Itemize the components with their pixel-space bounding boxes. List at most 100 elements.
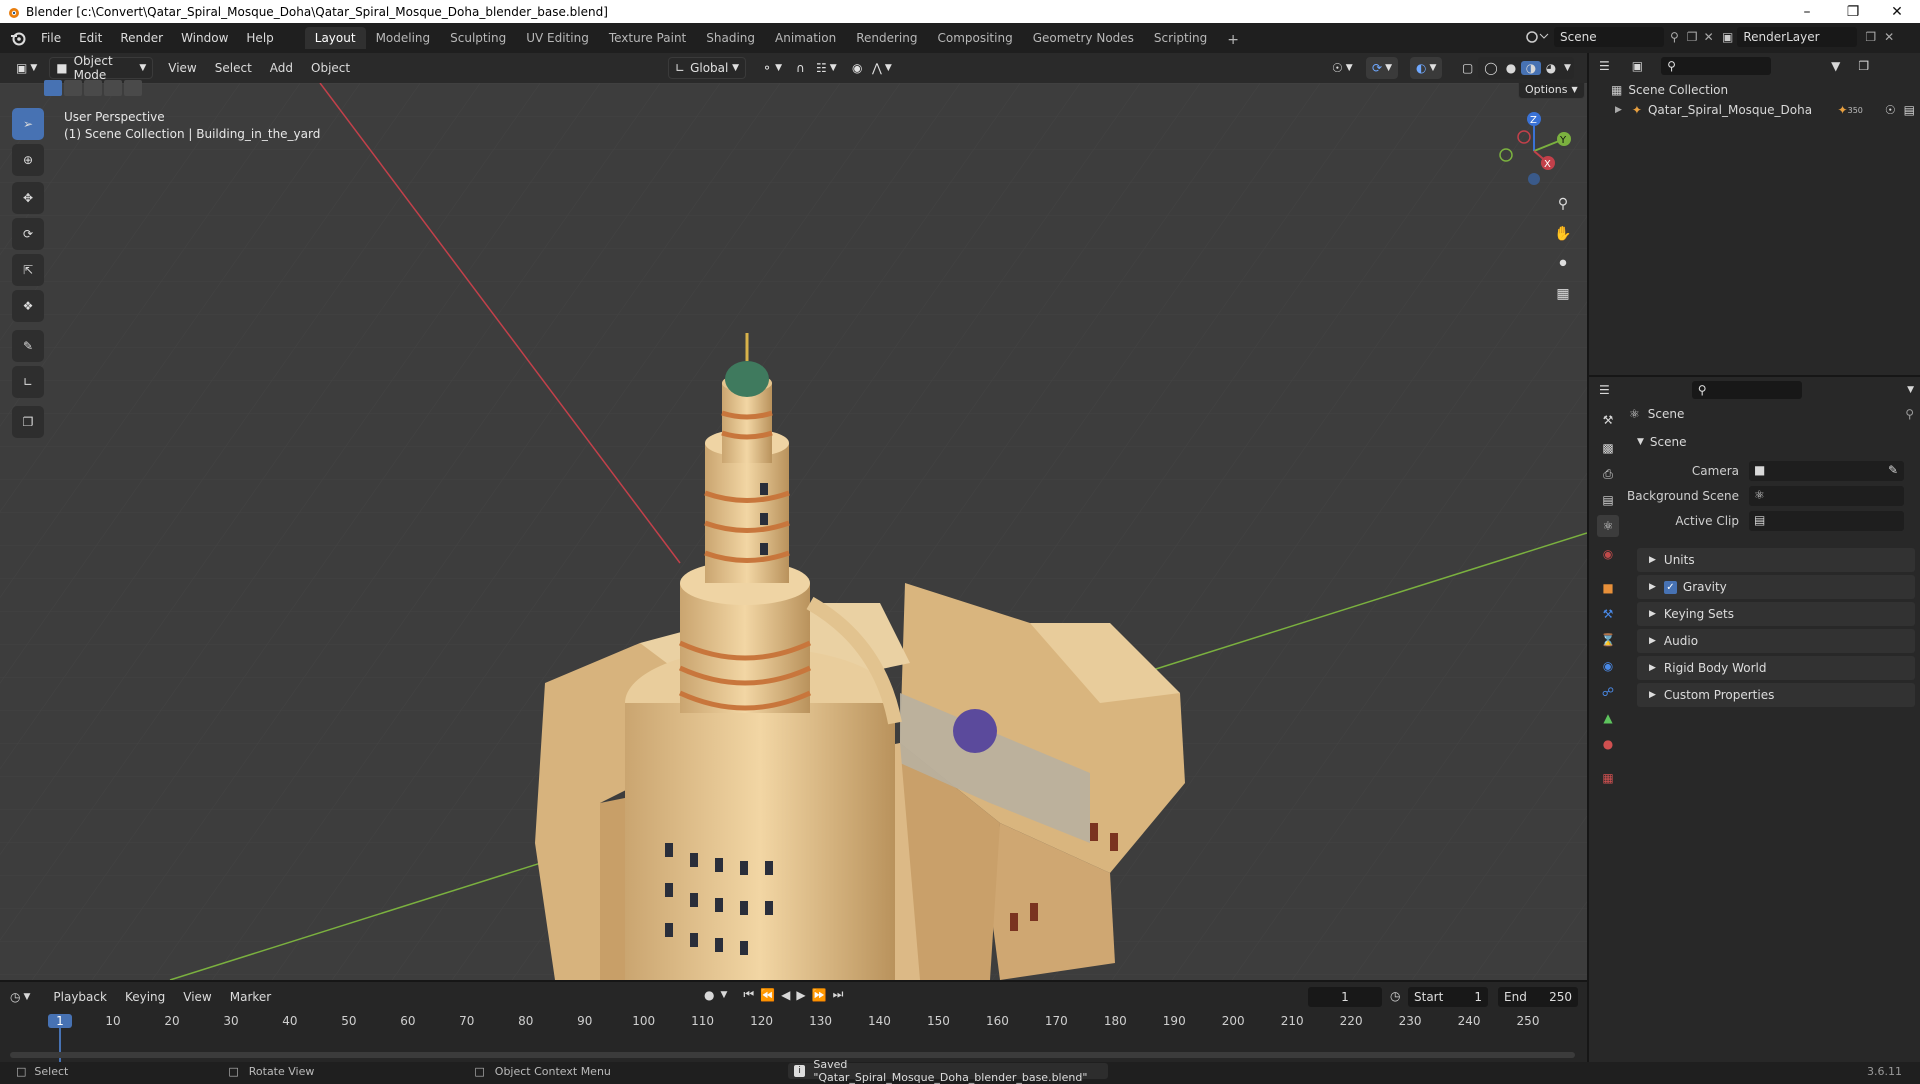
active-clip-field[interactable]: ▤ <box>1749 511 1904 531</box>
rotate-tool[interactable]: ⟳ <box>12 218 44 250</box>
visibility-dropdown[interactable]: ☉ ▼ <box>1326 57 1359 79</box>
tab-texture-paint[interactable]: Texture Paint <box>599 27 696 49</box>
timeline-scrollbar[interactable] <box>10 1052 1575 1058</box>
transform-tool[interactable]: ❖ <box>12 290 44 322</box>
rigid-body-world-panel[interactable]: ▶ Rigid Body World <box>1637 656 1915 680</box>
tab-layout[interactable]: Layout <box>304 27 366 49</box>
view-layer-selector[interactable]: ▣ RenderLayer ❐ ✕ <box>1722 27 1894 47</box>
audio-panel[interactable]: ▶ Audio <box>1637 629 1915 653</box>
viewport-menu-select[interactable]: Select <box>206 57 261 79</box>
transform-orientation-dropdown[interactable]: ∟ Global ▼ <box>668 57 746 79</box>
filter-icon[interactable]: ▼ <box>1831 59 1840 73</box>
gizmo-toggle[interactable]: ⟳ ▼ <box>1366 57 1398 79</box>
render-tab-icon[interactable]: ▩ <box>1597 437 1619 459</box>
camera-view-icon[interactable]: ⚫ <box>1550 251 1576 277</box>
perspective-toggle-icon[interactable]: ▦ <box>1550 281 1576 307</box>
material-shading-icon[interactable]: ◑ <box>1521 61 1541 75</box>
tab-geometry-nodes[interactable]: Geometry Nodes <box>1023 27 1144 49</box>
menu-file[interactable]: File <box>32 23 70 53</box>
outliner-item-row[interactable]: ▶ ✦ Qatar_Spiral_Mosque_Doha ✦ 350 ☉ ▤ <box>1615 103 1915 117</box>
texture-tab-icon[interactable]: ▦ <box>1597 767 1619 789</box>
new-view-layer-icon[interactable]: ❐ <box>1865 30 1876 44</box>
menu-help[interactable]: Help <box>237 23 282 53</box>
restore-icon[interactable]: ❐ <box>1830 0 1876 23</box>
xray-toggle[interactable]: ▢ <box>1456 57 1479 79</box>
object-mode-dropdown[interactable]: ■ Object Mode ▼ <box>49 54 154 82</box>
outliner-editor-icon[interactable]: ☰ <box>1599 59 1610 73</box>
camera-field[interactable]: ■ ✎ <box>1749 461 1904 481</box>
snap-target-button[interactable]: ☷ ▼ <box>810 57 843 79</box>
select-intersect-icon[interactable] <box>124 80 142 96</box>
scene-field[interactable]: Scene <box>1554 27 1664 47</box>
material-tab-icon[interactable]: ● <box>1597 733 1619 755</box>
chevron-down-icon[interactable]: ▼ <box>1907 385 1914 395</box>
wireframe-shading-icon[interactable]: ◯ <box>1481 61 1501 75</box>
zoom-icon[interactable]: ⚲ <box>1550 191 1576 217</box>
properties-search[interactable]: ⚲ <box>1691 381 1802 399</box>
tool-tab-icon[interactable]: ⚒ <box>1597 409 1619 431</box>
scene-selector[interactable]: Scene ⚲ ❐ ✕ <box>1524 27 1714 47</box>
physics-tab-icon[interactable]: ◉ <box>1597 655 1619 677</box>
tab-modeling[interactable]: Modeling <box>366 27 441 49</box>
chevron-down-icon[interactable]: ▼ <box>1564 63 1571 73</box>
tab-uv-editing[interactable]: UV Editing <box>516 27 599 49</box>
units-panel[interactable]: ▶ Units <box>1637 548 1915 572</box>
select-box-tool[interactable]: ➢ <box>12 108 44 140</box>
falloff-button[interactable]: ⋀ ▼ <box>866 57 898 79</box>
options-button[interactable]: Options ▼ <box>1518 83 1585 99</box>
tab-rendering[interactable]: Rendering <box>846 27 927 49</box>
gravity-checkbox[interactable]: ✓ <box>1663 580 1677 594</box>
snap-toggle[interactable]: ∩ <box>790 57 811 79</box>
viewport-menu-view[interactable]: View <box>159 57 205 79</box>
viewport-menu-add[interactable]: Add <box>261 57 302 79</box>
pin-icon[interactable]: ⚲ <box>1905 407 1914 421</box>
pin-icon[interactable]: ⚲ <box>1670 30 1679 44</box>
status-report[interactable]: i Saved "Qatar_Spiral_Mosque_Doha_blende… <box>788 1058 1108 1084</box>
solid-shading-icon[interactable]: ● <box>1501 61 1521 75</box>
measure-tool[interactable]: ∟ <box>12 366 44 398</box>
properties-editor-icon[interactable]: ☰ <box>1599 383 1610 397</box>
eyedropper-icon[interactable]: ✎ <box>1888 463 1898 477</box>
expand-arrow-icon[interactable]: ▶ <box>1615 105 1622 115</box>
3d-viewport[interactable]: User Perspective (1) Scene Collection | … <box>0 83 1587 980</box>
outliner-search[interactable]: ⚲ <box>1661 57 1772 75</box>
scale-tool[interactable]: ⇱ <box>12 254 44 286</box>
custom-properties-panel[interactable]: ▶ Custom Properties <box>1637 683 1915 707</box>
new-scene-icon[interactable]: ❐ <box>1687 30 1698 44</box>
delete-view-layer-icon[interactable]: ✕ <box>1884 30 1894 44</box>
navigation-gizmo[interactable]: Z Y X <box>1494 111 1574 191</box>
background-scene-field[interactable]: ⚛ <box>1749 486 1904 506</box>
menu-window[interactable]: Window <box>172 23 237 53</box>
pivot-point-button[interactable]: ⚬ ▼ <box>756 57 788 79</box>
modifier-tab-icon[interactable]: ⚒ <box>1597 603 1619 625</box>
gravity-panel[interactable]: ▶ ✓ Gravity <box>1637 575 1915 599</box>
new-collection-icon[interactable]: ❐ <box>1858 59 1869 73</box>
scene-section-header[interactable]: ▼ Scene <box>1637 435 1687 449</box>
particles-tab-icon[interactable]: ⌛ <box>1597 629 1619 651</box>
world-tab-icon[interactable]: ◉ <box>1597 543 1619 565</box>
pan-hand-icon[interactable]: ✋ <box>1550 221 1576 247</box>
overlays-toggle[interactable]: ◐ ▼ <box>1410 57 1443 79</box>
menu-render[interactable]: Render <box>111 23 172 53</box>
cursor-tool[interactable]: ⊕ <box>12 144 44 176</box>
editor-type-button[interactable]: ▣ ▼ <box>10 57 43 79</box>
tab-sculpting[interactable]: Sculpting <box>440 27 516 49</box>
outliner-root-row[interactable]: ▦ Scene Collection <box>1611 83 1728 97</box>
select-subtract-icon[interactable] <box>84 80 102 96</box>
eye-icon[interactable]: ☉ <box>1885 103 1896 117</box>
data-tab-icon[interactable]: ▲ <box>1597 707 1619 729</box>
rendered-shading-icon[interactable]: ◕ <box>1541 61 1561 75</box>
annotate-tool[interactable]: ✎ <box>12 330 44 362</box>
viewport-menu-object[interactable]: Object <box>302 57 359 79</box>
select-extend-icon[interactable] <box>64 80 82 96</box>
add-cube-tool[interactable]: ❐ <box>12 406 44 438</box>
move-tool[interactable]: ✥ <box>12 182 44 214</box>
select-new-icon[interactable] <box>44 80 62 96</box>
delete-scene-icon[interactable]: ✕ <box>1704 30 1714 44</box>
tab-animation[interactable]: Animation <box>765 27 846 49</box>
current-frame-indicator[interactable]: 1 <box>48 1014 72 1028</box>
add-workspace-button[interactable]: + <box>1217 29 1249 51</box>
view-layer-field[interactable]: RenderLayer <box>1737 27 1858 47</box>
tab-shading[interactable]: Shading <box>696 27 765 49</box>
tab-scripting[interactable]: Scripting <box>1144 27 1217 49</box>
